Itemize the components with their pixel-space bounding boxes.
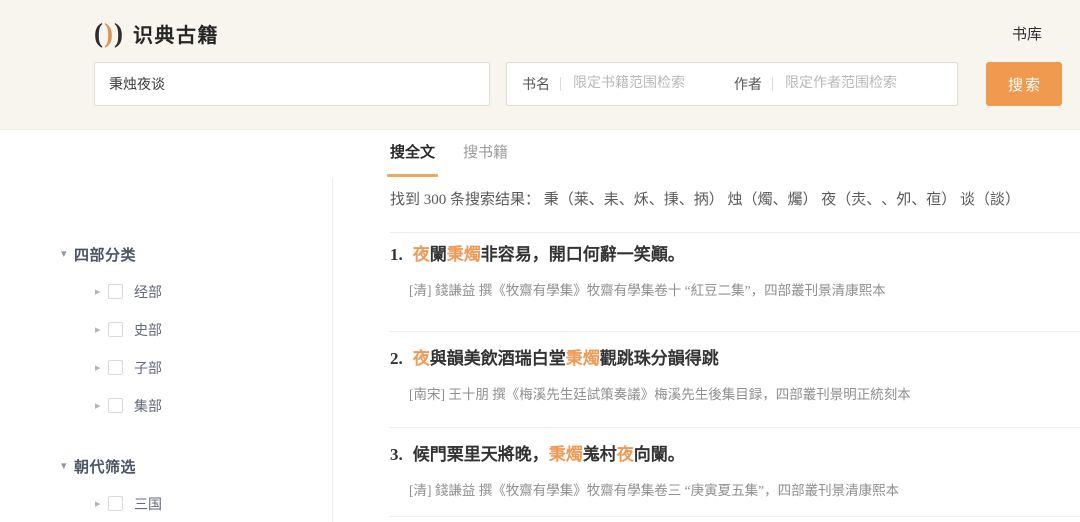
checkbox[interactable] (108, 360, 123, 375)
nav-library-link[interactable]: 书库 (1012, 23, 1042, 44)
filter-item[interactable]: ▸ 史部 (0, 321, 332, 338)
checkbox[interactable] (108, 284, 123, 299)
highlighted-keyword: 秉燭 (447, 245, 481, 264)
caret-down-icon[interactable]: ▾ (61, 246, 74, 262)
filter-item-label: 子部 (134, 358, 162, 378)
results-summary: 找到 300 条搜索结果： 秉（莱、耒、秌、㨀、抦） 烛（燭、爥） 夜（灻、𠛛、… (390, 190, 1066, 211)
separator (390, 331, 1080, 332)
result-sentence[interactable]: 1. 夜闌秉燭非容易，開口何辭一笑顚。 (390, 244, 1066, 266)
caret-right-icon[interactable]: ▸ (95, 322, 108, 338)
result-citation: [清] 錢謙益 撰《牧齋有學集》牧齋有學集卷三 “庚寅夏五集”，四部叢刊景清康熙… (409, 482, 1066, 500)
sentence-text: 羗村 (583, 445, 617, 464)
result-number: 3. (390, 445, 403, 464)
sentence-text: 向闌。 (634, 445, 685, 464)
filter-item[interactable]: ▸ 子部 (0, 359, 332, 376)
filter-item-label: 集部 (134, 396, 162, 416)
caret-right-icon[interactable]: ▸ (95, 284, 108, 300)
filter-item-label: 三国 (134, 494, 162, 514)
result-sentence[interactable]: 3. 候門栗里天將晚，秉燭羗村夜向闌。 (390, 444, 1066, 466)
filter-item-label: 史部 (134, 320, 162, 340)
filter-section-header[interactable]: ▾ 四部分类 (0, 246, 332, 262)
separator (390, 427, 1080, 428)
author-scope: 作者 (734, 74, 942, 94)
logo-bracket-icon: ) (104, 18, 113, 48)
logo-bracket-icon: ) (114, 18, 123, 48)
separator (390, 516, 1080, 517)
caret-right-icon[interactable]: ▸ (95, 360, 108, 376)
filter-item[interactable]: ▸ 经部 (0, 283, 332, 300)
sentence-text: 闌 (430, 245, 447, 264)
highlighted-keyword: 夜 (413, 245, 430, 264)
book-scope-label: 书名 (522, 74, 550, 94)
filter-section-title: 四部分类 (74, 244, 136, 265)
result-sentence[interactable]: 2. 夜與韻美飲酒瑞白堂秉燭觀跳珠分韻得跳 (390, 348, 1066, 370)
caret-right-icon[interactable]: ▸ (95, 398, 108, 414)
result-citation: [清] 錢謙益 撰《牧齋有學集》牧齋有學集卷十 “紅豆二集”，四部叢刊景清康熙本 (409, 282, 1066, 300)
sentence-text: 與韻美飲酒瑞白堂 (430, 349, 566, 368)
header: ( ) ) 识典古籍 书库 书名 作者 搜索 (0, 0, 1080, 130)
app-logo[interactable]: ( ) ) 识典古籍 (94, 15, 219, 51)
divider (560, 77, 561, 91)
highlighted-keyword: 夜 (413, 349, 430, 368)
book-scope: 书名 (522, 74, 734, 94)
filter-item[interactable]: ▸ 集部 (0, 397, 332, 414)
result-citation: [南宋] 王十朋 撰《梅溪先生廷試策奏議》梅溪先生後集目録，四部叢刊景明正統刻本 (409, 386, 1066, 404)
book-scope-input[interactable] (571, 75, 734, 93)
caret-down-icon[interactable]: ▾ (61, 458, 74, 474)
author-scope-label: 作者 (734, 74, 762, 94)
highlighted-keyword: 秉燭 (566, 349, 600, 368)
sentence-text: 非容易，開口何辭一笑顚。 (481, 245, 685, 264)
caret-right-icon[interactable]: ▸ (95, 496, 108, 512)
tab-search-books[interactable]: 搜书籍 (463, 141, 508, 177)
highlighted-keyword: 夜 (617, 445, 634, 464)
checkbox[interactable] (108, 322, 123, 337)
result-number: 2. (390, 349, 403, 368)
scope-filter-box: 书名 作者 (506, 62, 958, 106)
page: ( ) ) 识典古籍 书库 书名 作者 搜索 搜全文搜书籍 ▾四部分类▸经部▸史… (0, 0, 1080, 522)
filter-section: ▾ 朝代筛选 ▸ 三国 (0, 458, 332, 512)
filter-item[interactable]: ▸ 三国 (0, 495, 332, 512)
filter-section-header[interactable]: ▾ 朝代筛选 (0, 458, 332, 474)
app-title: 识典古籍 (133, 19, 219, 48)
filter-section-title: 朝代筛选 (74, 456, 136, 477)
separator (390, 232, 1080, 233)
search-input[interactable] (94, 62, 490, 106)
tabs: 搜全文 搜书籍 (390, 141, 508, 177)
checkbox[interactable] (108, 496, 123, 511)
sidebar-divider (332, 178, 333, 522)
filter-section: ▾ 四部分类 ▸ 经部 ▸ 史部 ▸ 子部 ▸ 集部 (0, 246, 332, 414)
tab-search-fulltext[interactable]: 搜全文 (390, 141, 435, 177)
checkbox[interactable] (108, 398, 123, 413)
sentence-text: 候門栗里天將晚， (413, 445, 549, 464)
result-number: 1. (390, 245, 403, 264)
search-button[interactable]: 搜索 (986, 62, 1062, 106)
author-scope-input[interactable] (783, 75, 942, 93)
divider (772, 77, 773, 91)
filter-item-label: 经部 (134, 282, 162, 302)
highlighted-keyword: 秉燭 (549, 445, 583, 464)
logo-bracket-icon: ( (94, 18, 103, 48)
sentence-text: 觀跳珠分韻得跳 (600, 349, 719, 368)
